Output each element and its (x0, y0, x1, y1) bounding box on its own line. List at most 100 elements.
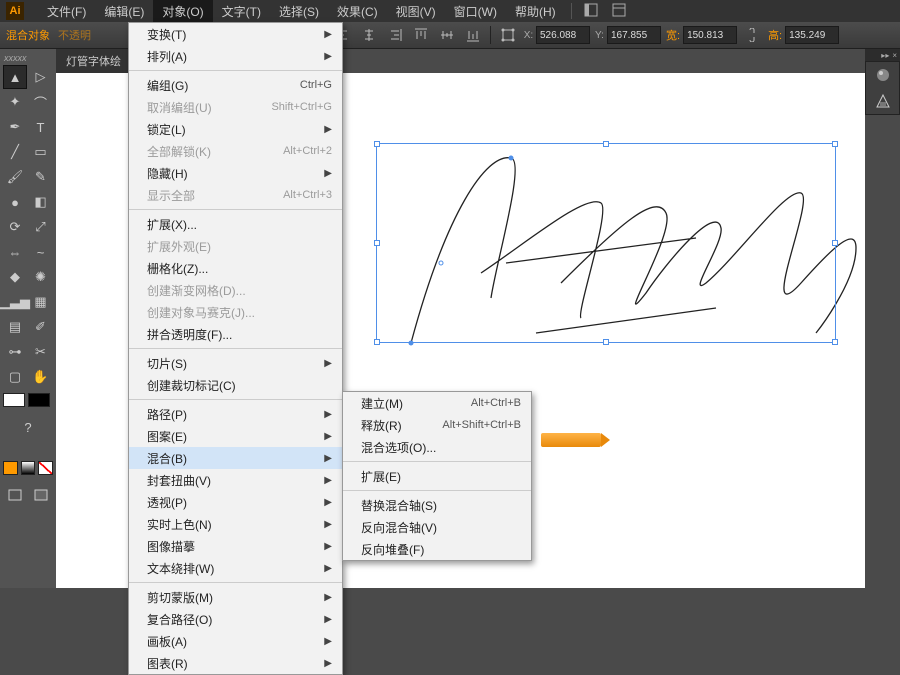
pencil-graphic[interactable] (541, 433, 601, 447)
y-field[interactable]: Y:167.855 (592, 26, 661, 44)
menuitem-释放R[interactable]: 释放(R)Alt+Shift+Ctrl+B (343, 414, 531, 436)
menuitem-替换混合轴S[interactable]: 替换混合轴(S) (343, 494, 531, 516)
align-bottom-icon[interactable] (463, 25, 483, 45)
screen-normal-icon[interactable] (3, 483, 27, 507)
close-icon[interactable]: × (892, 51, 897, 59)
collapse-icon[interactable]: ▸▸ (881, 51, 889, 59)
hand-tool[interactable]: ✋ (29, 365, 53, 389)
screen-full-icon[interactable] (30, 483, 54, 507)
menuitem-透视P[interactable]: 透视(P)▶ (129, 491, 342, 513)
menuitem-图案E[interactable]: 图案(E)▶ (129, 425, 342, 447)
menuitem-变换T[interactable]: 变换(T)▶ (129, 23, 342, 45)
menuitem-文本绕排W[interactable]: 文本绕排(W)▶ (129, 557, 342, 579)
optbar-sep (490, 26, 491, 44)
menu-编辑[interactable]: 编辑(E) (95, 0, 153, 23)
layout-icon[interactable] (584, 3, 600, 19)
menuitem-锁定L[interactable]: 锁定(L)▶ (129, 118, 342, 140)
link-wh-icon[interactable] (742, 25, 762, 45)
menu-文件[interactable]: 文件(F) (38, 0, 95, 23)
toolbox-header: xxxxx (0, 49, 56, 65)
menuitem-图表R[interactable]: 图表(R)▶ (129, 652, 342, 674)
color-panel-icon[interactable] (866, 62, 899, 88)
menuitem-混合B[interactable]: 混合(B)▶ (129, 447, 342, 469)
panel-controls[interactable]: ▸▸× (865, 49, 900, 61)
menuitem-反向堆叠F[interactable]: 反向堆叠(F) (343, 538, 531, 560)
menu-对象[interactable]: 对象(O) (153, 0, 212, 23)
help-tool[interactable]: ? (16, 415, 40, 439)
menuitem-实时上色N[interactable]: 实时上色(N)▶ (129, 513, 342, 535)
menuitem-切片S[interactable]: 切片(S)▶ (129, 352, 342, 374)
fill-stroke-swatches[interactable] (0, 389, 56, 411)
sym-tool[interactable]: ✺ (29, 265, 53, 289)
sel-tool[interactable]: ▲ (3, 65, 27, 89)
mesh-tool[interactable]: ▦ (29, 290, 53, 314)
blob-tool[interactable]: ● (3, 190, 27, 214)
menuitem-拼合透明度F[interactable]: 拼合透明度(F)... (129, 323, 342, 345)
scale-tool[interactable]: ⤢ (29, 215, 53, 239)
menu-窗口[interactable]: 窗口(W) (445, 0, 506, 23)
menuitem-复合路径O[interactable]: 复合路径(O)▶ (129, 608, 342, 630)
rotate-tool[interactable]: ⟳ (3, 215, 27, 239)
submenu-arrow-icon: ▶ (324, 658, 332, 669)
none-swatch[interactable] (38, 461, 53, 475)
align-right-icon[interactable] (385, 25, 405, 45)
stroke-swatch[interactable] (28, 393, 50, 407)
menu-帮助[interactable]: 帮助(H) (506, 0, 565, 23)
menuitem-建立M[interactable]: 建立(M)Alt+Ctrl+B (343, 392, 531, 414)
swatches-panel-icon[interactable] (866, 88, 899, 114)
align-hcenter-icon[interactable] (359, 25, 379, 45)
dsel-tool[interactable]: ▷ (29, 65, 53, 89)
menuitem-创建裁切标记C[interactable]: 创建裁切标记(C) (129, 374, 342, 396)
opacity-label[interactable]: 不透明 (58, 27, 91, 43)
menu-效果[interactable]: 效果(C) (328, 0, 387, 23)
doc-layout-icon[interactable] (612, 3, 628, 19)
menuitem-混合选项O[interactable]: 混合选项(O)... (343, 436, 531, 458)
transform-icon[interactable] (498, 25, 518, 45)
menuitem-扩展X[interactable]: 扩展(X)... (129, 213, 342, 235)
eraser-tool[interactable]: ◧ (29, 190, 53, 214)
menu-视图[interactable]: 视图(V) (387, 0, 445, 23)
artb-tool[interactable]: ▢ (3, 365, 27, 389)
pen-tool[interactable]: ✒ (3, 115, 27, 139)
menuitem-路径P[interactable]: 路径(P)▶ (129, 403, 342, 425)
menuitem-排列A[interactable]: 排列(A)▶ (129, 45, 342, 67)
rect-tool[interactable]: ▭ (29, 140, 53, 164)
width-tool[interactable]: ⇔ (3, 240, 27, 264)
w-field[interactable]: 150.813 (683, 26, 737, 44)
color-swatch[interactable] (3, 461, 18, 475)
menuitem-扩展E[interactable]: 扩展(E) (343, 465, 531, 487)
menuitem-反向混合轴V[interactable]: 反向混合轴(V) (343, 516, 531, 538)
warp-tool[interactable]: ~ (29, 240, 53, 264)
x-field[interactable]: X:526.088 (521, 26, 590, 44)
menu-选择[interactable]: 选择(S) (270, 0, 328, 23)
slice-tool[interactable]: ✂ (29, 340, 53, 364)
eyedrop-tool[interactable]: ✐ (29, 315, 53, 339)
menuitem-编组G[interactable]: 编组(G)Ctrl+G (129, 74, 342, 96)
h-field[interactable]: 135.249 (785, 26, 839, 44)
menu-文字[interactable]: 文字(T) (213, 0, 270, 23)
brush-tool[interactable]: 🖌 (3, 165, 27, 189)
align-top-icon[interactable] (411, 25, 431, 45)
menubar-separator (571, 3, 572, 19)
graph-tool[interactable]: ▁▃▅ (3, 290, 27, 314)
shaper-tool[interactable]: ◆ (3, 265, 27, 289)
align-vcenter-icon[interactable] (437, 25, 457, 45)
menuitem-图像描摹[interactable]: 图像描摹▶ (129, 535, 342, 557)
document-tab[interactable]: 灯管字体绘 (56, 49, 131, 73)
menuitem-封套扭曲V[interactable]: 封套扭曲(V)▶ (129, 469, 342, 491)
blend-tool[interactable]: ⊶ (3, 340, 27, 364)
lasso-tool[interactable]: ⌒ (29, 90, 53, 114)
wand-tool[interactable]: ✦ (3, 90, 27, 114)
gradient-swatch[interactable] (21, 461, 36, 475)
menuitem-栅格化Z[interactable]: 栅格化(Z)... (129, 257, 342, 279)
grad-tool[interactable]: ▤ (3, 315, 27, 339)
menuitem-隐藏H[interactable]: 隐藏(H)▶ (129, 162, 342, 184)
type-tool[interactable]: T (29, 115, 53, 139)
menuitem-画板A[interactable]: 画板(A)▶ (129, 630, 342, 652)
line-tool[interactable]: ╱ (3, 140, 27, 164)
submenu-arrow-icon: ▶ (324, 51, 332, 62)
pencil-tool[interactable]: ✎ (29, 165, 53, 189)
selection-bounding-box[interactable] (376, 143, 836, 343)
menuitem-剪切蒙版M[interactable]: 剪切蒙版(M)▶ (129, 586, 342, 608)
fill-swatch[interactable] (3, 393, 25, 407)
